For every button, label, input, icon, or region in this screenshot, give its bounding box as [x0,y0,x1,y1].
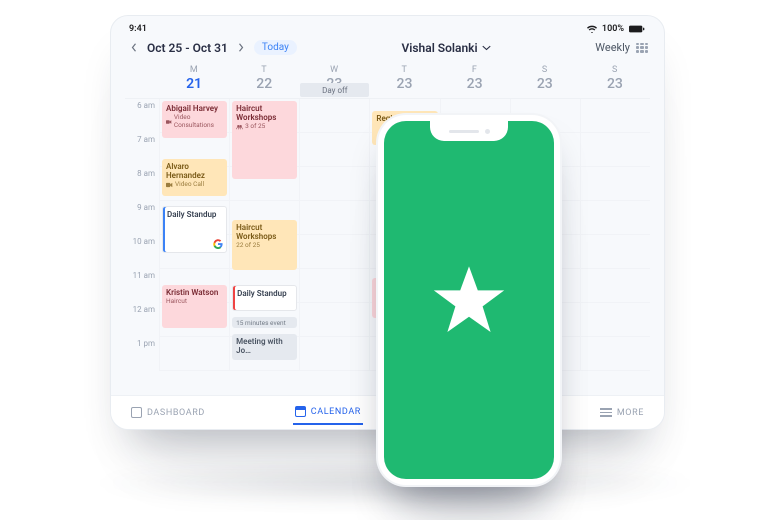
view-label: Weekly [595,41,630,54]
user-selector[interactable]: Vishal Solanki [401,41,490,55]
calendar-event[interactable]: Abigail HarveyVideo Consultations [162,101,227,138]
phone-frame [378,115,560,485]
time-label: 7 am [125,133,159,167]
status-time: 9:41 [129,24,147,34]
time-label: 9 am [125,201,159,235]
battery-pct: 100% [602,24,624,34]
calendar-event[interactable]: 15 minutes event [232,317,297,328]
battery-icon [628,25,646,33]
tab-label: CALENDAR [311,407,361,417]
calendar-event[interactable]: Haircut Workshops3 of 25 [232,101,297,179]
chevron-left-icon [131,43,137,52]
day-header: M21 T22 W23 T23 F23 S23 S23 [125,61,650,98]
today-button[interactable]: Today [254,40,297,55]
time-label: 8 am [125,167,159,201]
date-range[interactable]: Oct 25 - Oct 31 [147,41,228,55]
calendar-event[interactable]: Daily Standup [162,206,227,253]
topbar: Oct 25 - Oct 31 Today Vishal Solanki Wee… [125,38,650,61]
day-col-fri[interactable]: F23 [440,63,510,98]
tab-calendar[interactable]: CALENDAR [293,400,363,425]
tab-dashboard[interactable]: DASHBOARD [129,401,207,424]
wifi-icon [586,25,598,33]
day-col-tue[interactable]: T22 [229,63,299,98]
day-col-mon[interactable]: M21 [159,63,229,98]
time-label: 6 am [125,99,159,133]
tab-more[interactable]: MORE [598,402,646,424]
calendar-event[interactable]: Alvaro HernandezVideo Call [162,159,227,196]
menu-icon [600,408,612,417]
day-col-sun[interactable]: S23 [580,63,650,98]
dayoff-banner: Day off [300,83,369,97]
tab-label: MORE [617,408,644,418]
prev-week-button[interactable] [127,41,141,55]
calendar-event[interactable]: Daily Standup [232,285,297,312]
calendar-event[interactable]: Meeting with Jo… [232,334,297,361]
grid-view-icon [636,43,648,53]
google-icon [213,239,223,249]
phone-notch [430,121,508,141]
next-week-button[interactable] [234,41,248,55]
chevron-right-icon [238,43,244,52]
status-right: 100% [586,24,646,34]
calendar-event[interactable]: Kristin WatsonHaircut [162,285,227,329]
time-label: 1 pm [125,337,159,371]
chevron-down-icon [482,45,491,51]
star-icon [429,260,509,340]
day-col-sat[interactable]: S23 [510,63,580,98]
time-label: 11 am [125,269,159,303]
status-bar: 9:41 100% [125,22,650,38]
calendar-event[interactable]: Haircut Workshops22 of 25 [232,220,297,270]
dashboard-icon [131,407,142,418]
user-name: Vishal Solanki [401,41,477,55]
phone-screen [384,121,554,479]
time-label: 12 am [125,303,159,337]
tab-label: DASHBOARD [147,408,205,418]
view-switcher[interactable]: Weekly [595,41,648,54]
calendar-icon [295,406,306,417]
time-label: 10 am [125,235,159,269]
day-col-thu[interactable]: T23 [369,63,439,98]
